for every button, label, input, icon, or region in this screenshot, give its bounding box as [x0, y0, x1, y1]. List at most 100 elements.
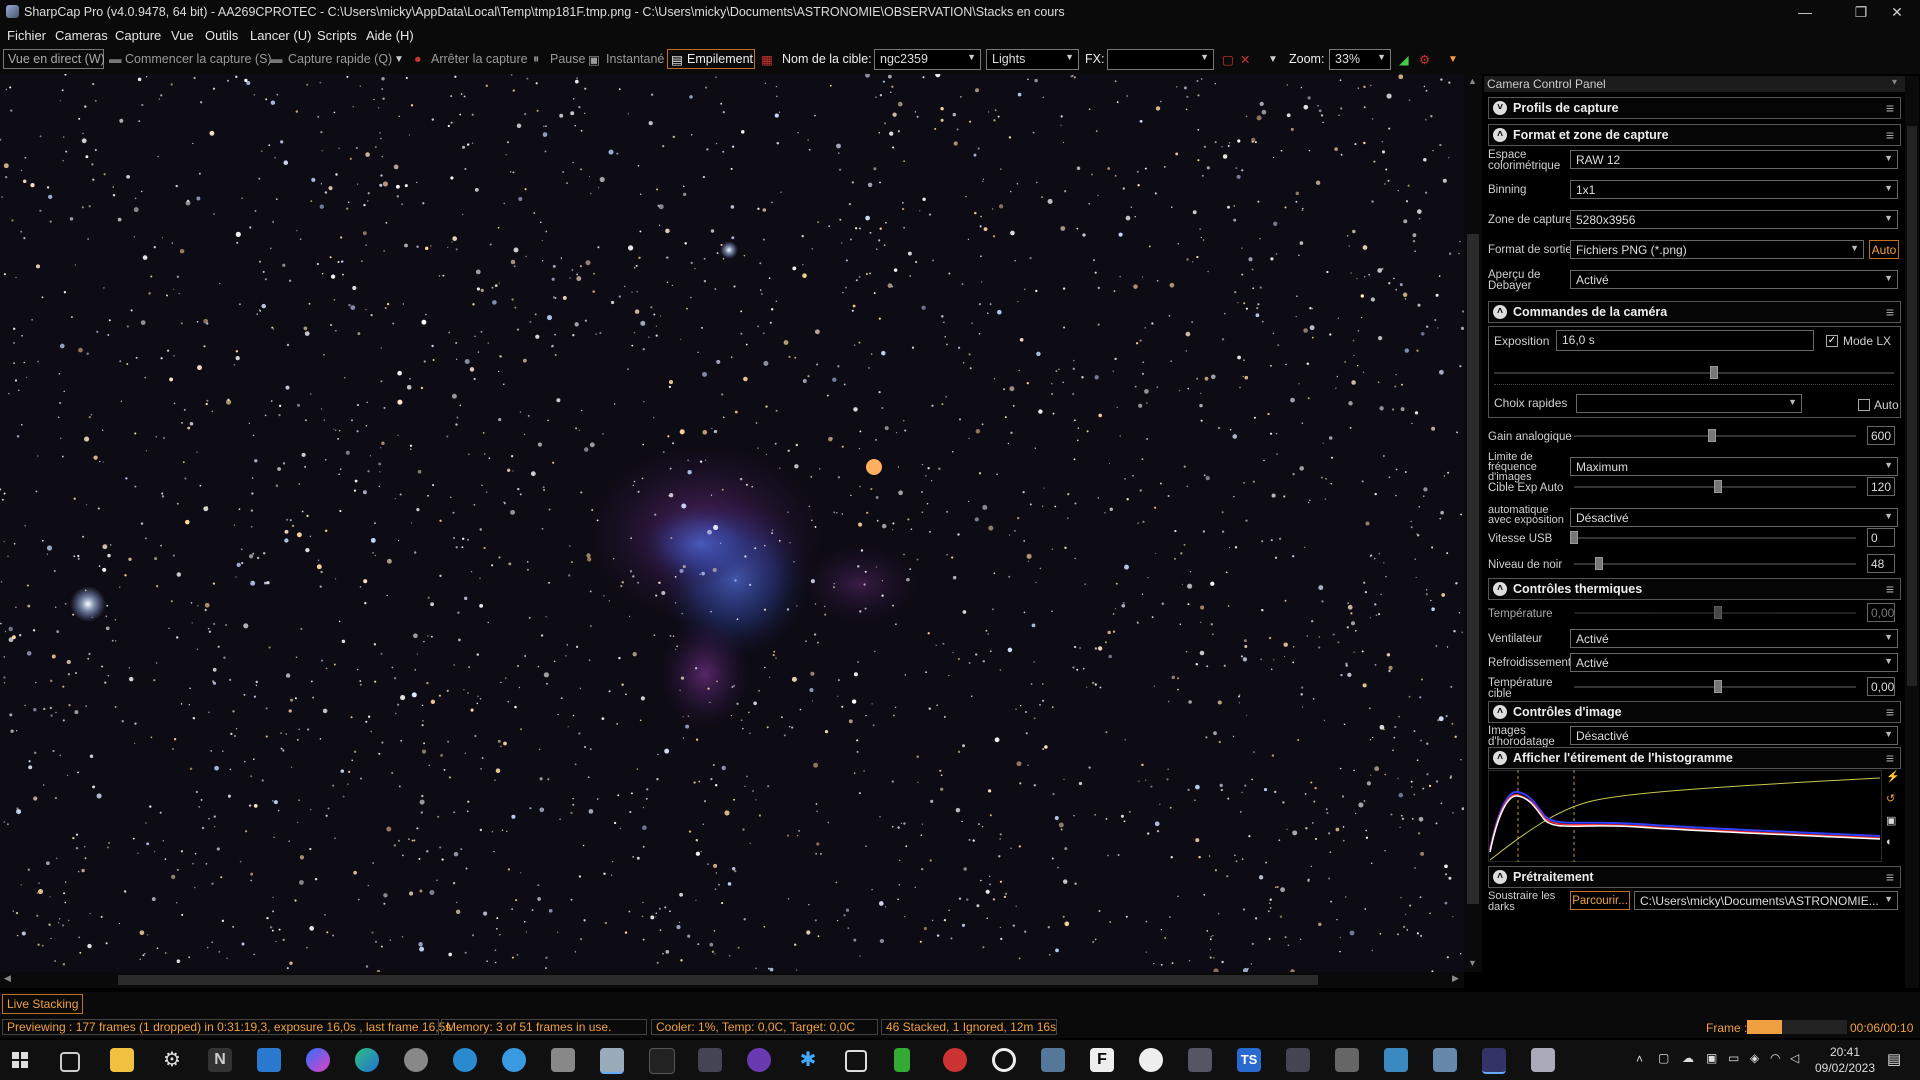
timestamp-select[interactable]: Désactivé ▼ — [1570, 726, 1898, 745]
usb-speed-value[interactable]: 0 — [1867, 528, 1895, 547]
output-format-select[interactable]: Fichiers PNG (*.png) ▼ — [1570, 240, 1864, 259]
lx-mode-checkbox[interactable]: ✓ — [1826, 335, 1838, 347]
auto-exposure-mode-select[interactable]: Désactivé ▼ — [1570, 508, 1898, 527]
selection-rect-icon[interactable]: ▢ — [1222, 52, 1234, 67]
cooling-select[interactable]: Activé ▼ — [1570, 653, 1898, 672]
framerate-select[interactable]: Maximum ▼ — [1570, 457, 1898, 476]
section-camera-controls[interactable]: ˄ Commandes de la caméra ≡ — [1488, 301, 1901, 323]
crosshair-icon[interactable]: ✕ — [1240, 52, 1250, 67]
target-temperature-slider[interactable] — [1574, 680, 1856, 694]
usb-speed-slider[interactable] — [1570, 531, 1856, 545]
menu-lancer[interactable]: Lancer (U) — [250, 28, 311, 43]
menu-aide[interactable]: Aide (H) — [366, 28, 414, 43]
menu-vue[interactable]: Vue — [171, 28, 194, 43]
save-icon[interactable]: ▣ — [1886, 814, 1900, 836]
pause-button[interactable]: Pause — [550, 52, 585, 66]
app-icon-13[interactable] — [845, 1050, 867, 1072]
app-icon-12[interactable]: ✱ — [796, 1048, 820, 1072]
menu-scripts[interactable]: Scripts — [317, 28, 357, 43]
frame-type-combo[interactable]: Lights ▼ — [986, 49, 1079, 70]
horizontal-scroll-thumb[interactable] — [118, 975, 1318, 985]
binning-select[interactable]: 1x1 ▼ — [1570, 180, 1898, 199]
image-viewport[interactable] — [0, 74, 1464, 972]
menu-outils[interactable]: Outils — [205, 28, 238, 43]
fan-select[interactable]: Activé ▼ — [1570, 629, 1898, 648]
app-icon-7[interactable] — [551, 1048, 575, 1072]
fx-combo[interactable]: ▼ — [1107, 49, 1214, 70]
edge-icon[interactable] — [355, 1048, 379, 1072]
chevron-icon[interactable]: ˄ — [1493, 128, 1507, 142]
exposure-input[interactable]: 16,0 s — [1556, 330, 1814, 351]
gain-value[interactable]: 600 — [1867, 426, 1895, 445]
gain-slider[interactable] — [1574, 429, 1856, 443]
quick-choices-select[interactable]: ▼ — [1576, 394, 1802, 413]
scroll-down-icon[interactable]: ▼ — [1468, 958, 1477, 968]
clock-date[interactable]: 09/02/2023 — [1805, 1061, 1885, 1075]
close-button[interactable]: ✕ — [1874, 0, 1920, 24]
app-icon-4[interactable] — [404, 1048, 428, 1072]
menu-fichier[interactable]: Fichier — [7, 28, 46, 43]
app-icon-25[interactable] — [1433, 1048, 1457, 1072]
auto-exp-target-slider[interactable] — [1574, 480, 1856, 494]
quick-capture-button[interactable]: Capture rapide (Q) — [288, 52, 392, 66]
cloud-icon[interactable]: ☁ — [1682, 1051, 1694, 1065]
pin-icon[interactable]: ▾ — [1892, 77, 1897, 88]
sharpcap-taskbar-icon[interactable] — [600, 1048, 624, 1074]
app-icon-14[interactable] — [894, 1048, 910, 1072]
app-icon-27[interactable] — [1531, 1048, 1555, 1072]
debayer-select[interactable]: Activé ▼ — [1570, 270, 1898, 289]
chevron-down-icon[interactable]: ▼ — [1448, 54, 1458, 65]
app-icon-16[interactable] — [992, 1048, 1016, 1072]
chevron-icon[interactable]: ˄ — [1493, 870, 1507, 884]
darks-path-select[interactable]: C:\Users\micky\Documents\ASTRONOMIE... ▼ — [1634, 891, 1898, 910]
zoom-combo[interactable]: 33% ▼ — [1329, 49, 1391, 70]
wifi-icon[interactable]: ◠ — [1770, 1051, 1780, 1065]
minimize-button[interactable]: — — [1782, 0, 1828, 24]
vertical-scrollbar[interactable]: ▲ ▼ — [1464, 74, 1482, 972]
quick-capture-dropdown-icon[interactable]: ▼ — [394, 54, 404, 65]
hamburger-icon[interactable]: ≡ — [1886, 704, 1894, 720]
live-stacking-tab[interactable]: Live Stacking — [2, 994, 84, 1014]
app-icon-22[interactable] — [1286, 1048, 1310, 1072]
horizontal-scrollbar[interactable]: ◀ ▶ — [0, 972, 1464, 988]
stop-capture-button[interactable]: Arrêter la capture — [431, 52, 528, 66]
battery-icon[interactable]: ▭ — [1728, 1051, 1739, 1065]
start-icon[interactable] — [12, 1052, 28, 1068]
scroll-up-icon[interactable]: ▲ — [1468, 76, 1477, 86]
colorspace-select[interactable]: RAW 12 ▼ — [1570, 150, 1898, 169]
hamburger-icon[interactable]: ≡ — [1886, 100, 1894, 116]
black-level-value[interactable]: 48 — [1867, 554, 1895, 573]
volume-icon[interactable]: ◁ — [1790, 1051, 1799, 1065]
exposure-slider[interactable] — [1494, 366, 1894, 380]
mail-icon[interactable] — [257, 1048, 281, 1072]
panel-scroll-thumb[interactable] — [1907, 126, 1917, 686]
section-format[interactable]: ˄ Format et zone de capture ≡ — [1488, 124, 1901, 146]
roi-select[interactable]: 5280x3956 ▼ — [1570, 210, 1898, 229]
app-icon-15[interactable] — [943, 1048, 967, 1072]
target-name-combo[interactable]: ngc2359 ▼ — [874, 49, 981, 70]
scroll-right-icon[interactable]: ▶ — [1452, 973, 1459, 984]
vertical-scroll-thumb[interactable] — [1467, 234, 1479, 904]
hamburger-icon[interactable]: ≡ — [1886, 304, 1894, 320]
hamburger-icon[interactable]: ≡ — [1886, 127, 1894, 143]
chevron-icon[interactable]: ˅ — [1493, 101, 1507, 115]
app-icon-21[interactable]: TS — [1237, 1048, 1261, 1072]
lightning-icon[interactable]: ⚡ — [1886, 770, 1900, 792]
settings-icon[interactable]: ⚙ — [1419, 52, 1430, 67]
app-icon-11[interactable] — [747, 1048, 771, 1072]
chevron-icon[interactable]: ˄ — [1493, 305, 1507, 319]
chevron-icon[interactable]: ˄ — [1493, 582, 1507, 596]
section-preprocessing[interactable]: ˄ Prétraitement ≡ — [1488, 866, 1901, 888]
app-icon-19[interactable] — [1139, 1048, 1163, 1072]
section-histogram[interactable]: ˄ Afficher l'étirement de l'histogramme … — [1488, 747, 1901, 769]
tray-icon-1[interactable]: ▢ — [1658, 1051, 1669, 1065]
task-view-icon[interactable] — [60, 1052, 80, 1072]
tray-icon-3[interactable]: ▣ — [1706, 1051, 1717, 1065]
app-icon-18[interactable]: F — [1090, 1048, 1114, 1072]
auto-exp-target-value[interactable]: 120 — [1867, 477, 1895, 496]
file-explorer-icon[interactable] — [110, 1048, 134, 1072]
output-auto-button[interactable]: Auto — [1869, 240, 1899, 259]
chevron-icon[interactable]: ˄ — [1493, 705, 1507, 719]
hamburger-icon[interactable]: ≡ — [1886, 750, 1894, 766]
chevron-icon[interactable]: ˄ — [1493, 751, 1507, 765]
